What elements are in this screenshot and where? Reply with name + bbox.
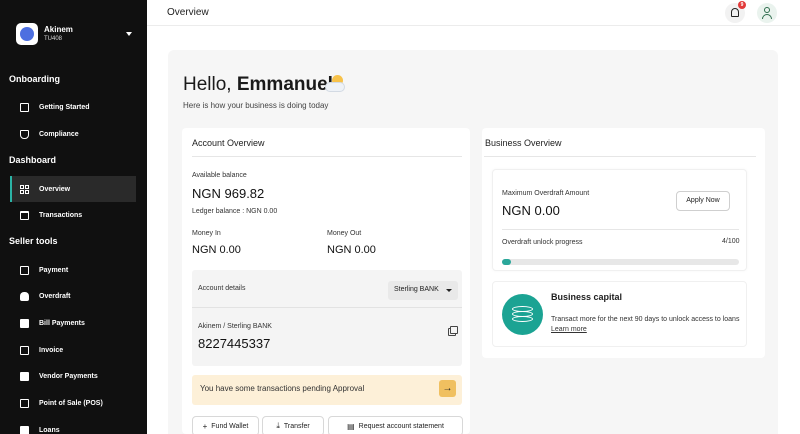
user-icon xyxy=(764,7,770,13)
sidebar-item-loans[interactable]: Loans xyxy=(10,417,136,434)
shield-check-icon xyxy=(20,129,29,139)
money-out-label: Money Out xyxy=(327,230,362,237)
account-number: 8227445337 xyxy=(198,336,271,351)
bell-icon xyxy=(731,8,739,17)
greeting-subtitle: Here is how your business is doing today xyxy=(183,101,329,110)
transfer-button[interactable]: ⤓ Transfer xyxy=(262,416,324,434)
chevron-down-icon xyxy=(126,32,132,36)
profile-button[interactable] xyxy=(757,3,777,23)
account-name-bank: Akinem / Sterling BANK xyxy=(198,323,272,330)
divider xyxy=(484,156,756,157)
page-title: Overview xyxy=(167,7,209,18)
money-in-value: NGN 0.00 xyxy=(192,244,241,256)
overdraft-panel xyxy=(492,169,747,271)
business-overview-title: Business Overview xyxy=(485,138,562,148)
business-logo xyxy=(16,23,38,45)
money-in-label: Money In xyxy=(192,230,221,237)
loans-icon xyxy=(20,425,29,434)
overdraft-progress-count: 4/100 xyxy=(722,238,740,245)
ledger-balance: Ledger balance : NGN 0.00 xyxy=(192,208,278,215)
sidebar-item-overview[interactable]: Overview xyxy=(10,176,136,202)
account-details-label: Account details xyxy=(198,285,246,292)
download-icon: ⤓ xyxy=(276,421,280,430)
overdraft-value: NGN 0.00 xyxy=(502,203,560,218)
overdraft-label: Maximum Overdraft Amount xyxy=(502,190,590,197)
divider xyxy=(192,156,462,157)
section-dashboard: Dashboard xyxy=(9,155,57,165)
available-balance-value: NGN 969.82 xyxy=(192,186,265,201)
section-seller-tools: Seller tools xyxy=(9,236,58,246)
plus-icon: + xyxy=(202,421,208,431)
receipt-icon xyxy=(20,265,29,275)
cloud-icon xyxy=(20,291,29,301)
sidebar-item-payment[interactable]: Payment xyxy=(10,257,136,283)
getting-started-icon xyxy=(20,102,29,112)
sidebar-item-bill-payments[interactable]: Bill Payments xyxy=(10,310,136,336)
learn-more-link[interactable]: Learn more xyxy=(551,326,587,333)
invoice-icon xyxy=(20,345,29,355)
sidebar-item-overdraft[interactable]: Overdraft xyxy=(10,283,136,309)
weather-icon xyxy=(324,74,346,94)
sidebar-item-transactions[interactable]: Transactions xyxy=(10,202,136,228)
pos-icon xyxy=(20,398,29,408)
greeting: Hello, Emmanuel xyxy=(183,74,333,95)
notifications-button[interactable]: 9 xyxy=(725,1,746,23)
vendor-icon xyxy=(20,371,29,381)
sidebar-item-getting-started[interactable]: Getting Started xyxy=(10,94,136,120)
bill-icon xyxy=(20,318,29,328)
user-name: Emmanuel xyxy=(236,74,333,95)
section-onboarding: Onboarding xyxy=(9,74,60,84)
notification-badge: 9 xyxy=(738,1,746,9)
divider xyxy=(502,229,739,230)
topbar: Overview 9 xyxy=(147,0,800,26)
fund-wallet-button[interactable]: + Fund Wallet xyxy=(192,416,259,434)
pending-approval-text: You have some transactions pending Appro… xyxy=(200,384,365,393)
sidebar-item-compliance[interactable]: Compliance xyxy=(10,121,136,147)
progress-fill xyxy=(502,259,512,265)
divider xyxy=(192,307,462,308)
arrow-right-icon[interactable]: → xyxy=(439,380,456,397)
overdraft-progress-bar xyxy=(502,259,739,265)
document-icon: ▤ xyxy=(347,421,355,431)
coins-icon xyxy=(502,294,543,335)
bank-select[interactable]: Sterling BANK xyxy=(388,281,458,300)
business-capital-title: Business capital xyxy=(551,292,623,302)
available-balance-label: Available balance xyxy=(192,172,247,179)
account-overview-title: Account Overview xyxy=(192,138,265,148)
sidebar-item-invoice[interactable]: Invoice xyxy=(10,337,136,363)
money-out-value: NGN 0.00 xyxy=(327,244,376,256)
copy-icon[interactable] xyxy=(448,326,458,336)
sidebar-item-vendor-payments[interactable]: Vendor Payments xyxy=(10,363,136,389)
pending-approval-banner[interactable]: You have some transactions pending Appro… xyxy=(192,375,462,405)
account-code: TU408 xyxy=(44,36,63,42)
account-name: Akinem xyxy=(44,25,73,34)
account-switcher[interactable]: Akinem TU408 xyxy=(16,20,132,48)
request-statement-button[interactable]: ▤ Request account statement xyxy=(328,416,463,434)
business-capital-text: Transact more for the next 90 days to un… xyxy=(551,316,740,323)
grid-icon xyxy=(20,184,29,194)
sidebar: Akinem TU408 Onboarding Getting Started … xyxy=(0,0,147,434)
overdraft-progress-label: Overdraft unlock progress xyxy=(502,239,583,246)
apply-now-button[interactable]: Apply Now xyxy=(676,191,730,211)
sidebar-item-pos[interactable]: Point of Sale (POS) xyxy=(10,390,136,416)
chevron-down-icon xyxy=(446,289,452,292)
folder-icon xyxy=(20,210,29,220)
